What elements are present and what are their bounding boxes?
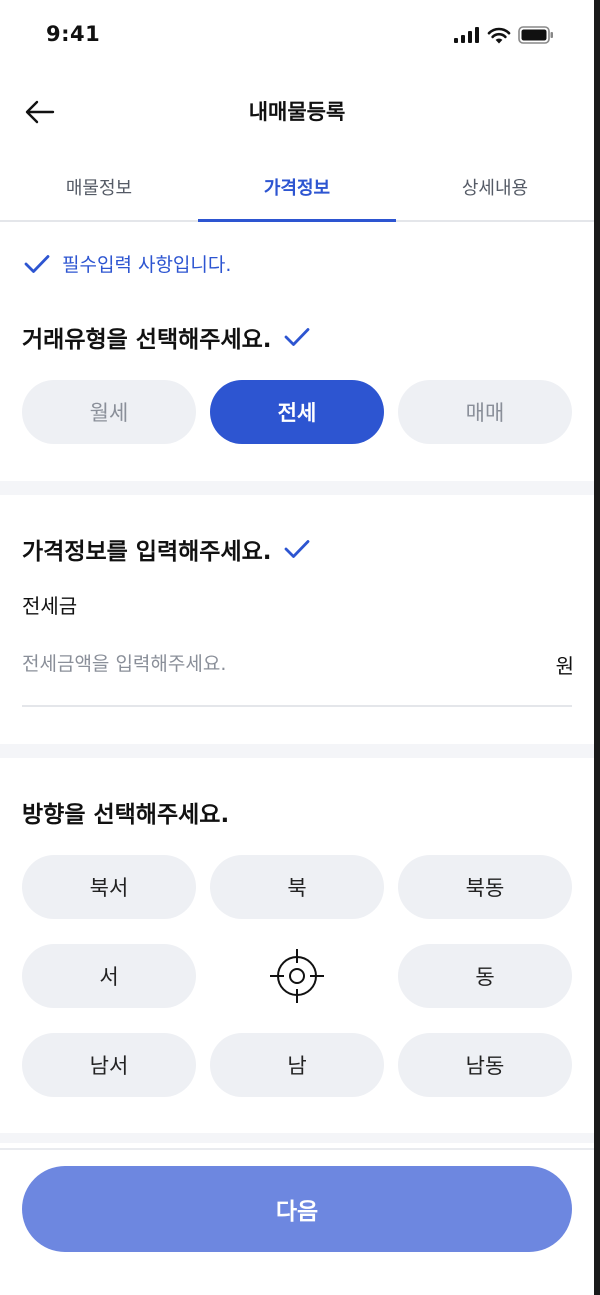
section-divider <box>0 481 594 495</box>
page-title: 내매물등록 <box>248 100 346 124</box>
wifi-icon <box>487 27 511 43</box>
direction-southeast[interactable]: 남동 <box>398 1033 572 1097</box>
direction-south[interactable]: 남 <box>210 1033 384 1097</box>
device-frame-edge <box>594 0 600 1295</box>
required-notice-text: 필수입력 사항입니다. <box>62 254 232 276</box>
direction-northwest[interactable]: 북서 <box>22 855 196 919</box>
check-icon <box>24 254 50 273</box>
battery-icon <box>518 26 553 44</box>
required-notice: 필수입력 사항입니다. <box>24 250 231 277</box>
price-info-title: 가격정보를 입력해주세요. <box>22 532 310 566</box>
direction-title-text: 방향을 선택해주세요. <box>22 802 230 828</box>
check-icon <box>284 540 309 558</box>
check-icon <box>284 328 309 346</box>
deposit-label: 전세금 <box>22 594 78 618</box>
tab-bar: 매물정보 가격정보 상세내용 <box>0 152 594 222</box>
direction-row-middle: 서 동 <box>22 944 572 1008</box>
deal-type-title: 거래유형을 선택해주세요. <box>22 320 310 354</box>
deal-type-monthly-rent[interactable]: 월세 <box>22 380 196 444</box>
price-info-title-text: 가격정보를 입력해주세요. <box>22 539 272 565</box>
deal-type-sale[interactable]: 매매 <box>398 380 572 444</box>
direction-northeast[interactable]: 북동 <box>398 855 572 919</box>
tab-property-info[interactable]: 매물정보 <box>0 152 198 220</box>
footer-divider <box>0 1148 594 1150</box>
deal-type-options: 월세 전세 매매 <box>22 380 572 444</box>
direction-row-south: 남서 남 남동 <box>22 1033 572 1097</box>
next-button[interactable]: 다음 <box>22 1166 572 1252</box>
tab-price-info[interactable]: 가격정보 <box>198 152 396 222</box>
direction-center <box>210 944 384 1008</box>
direction-row-north: 북서 북 북동 <box>22 855 572 919</box>
deposit-amount-input[interactable] <box>22 642 522 686</box>
direction-east[interactable]: 동 <box>398 944 572 1008</box>
input-underline <box>22 705 572 707</box>
status-icons <box>454 26 554 44</box>
deal-type-title-text: 거래유형을 선택해주세요. <box>22 327 272 353</box>
direction-southwest[interactable]: 남서 <box>22 1033 196 1097</box>
direction-title: 방향을 선택해주세요. <box>22 795 229 829</box>
direction-west[interactable]: 서 <box>22 944 196 1008</box>
direction-north[interactable]: 북 <box>210 855 384 919</box>
status-time: 9:41 <box>46 22 101 46</box>
deal-type-jeonse[interactable]: 전세 <box>210 380 384 444</box>
crosshair-icon <box>270 949 324 1003</box>
status-bar: 9:41 <box>0 0 594 72</box>
currency-unit: 원 <box>555 654 574 678</box>
section-divider <box>0 1133 594 1143</box>
tab-details[interactable]: 상세내용 <box>396 152 594 220</box>
section-divider <box>0 744 594 758</box>
signal-icon <box>454 27 479 43</box>
header: 내매물등록 <box>0 72 594 152</box>
